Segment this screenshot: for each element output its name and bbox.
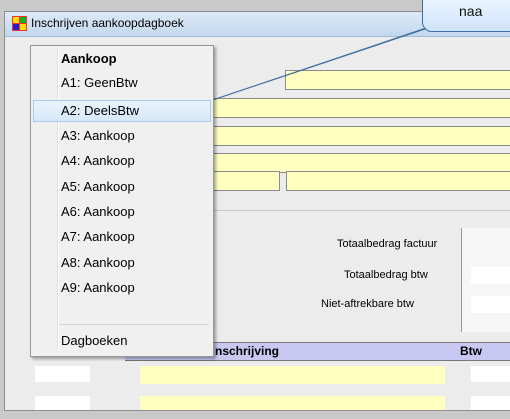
divider [210,210,510,211]
niet-aftrekbaar-field[interactable] [471,296,510,313]
menu-item-a2[interactable]: A2: DeelsBtw [33,100,211,122]
col-btw: Btw [460,344,482,358]
menu-item-a8[interactable]: A8: Aankoop [33,252,211,274]
table-row-field-1[interactable] [140,366,445,384]
callout-text: naa [459,3,483,19]
table-row-left-1[interactable] [35,366,90,382]
table-row-field-2[interactable] [140,396,445,410]
callout-bubble: naa [422,0,510,32]
menu-separator [59,324,209,325]
table-row-left-2[interactable] [35,396,90,410]
app-icon [12,16,27,31]
table-row-right-2[interactable] [471,396,510,410]
menu-item-a5[interactable]: A5: Aankoop [33,176,211,198]
menu-header-aankoop: Aankoop [61,51,117,66]
menu-item-a7[interactable]: A7: Aankoop [33,226,211,248]
dagboek-dropdown-menu: Aankoop A1: GeenBtw A2: DeelsBtw A3: Aan… [30,45,214,357]
col-inschrijving: nschrijving [215,344,280,358]
totaal-btw-label: Totaalbedrag btw [344,269,428,281]
table-row-right-1[interactable] [471,366,510,382]
menu-item-dagboeken[interactable]: Dagboeken [33,330,211,352]
totaal-factuur-label: Totaalbedrag factuur [337,238,438,250]
form-field-4[interactable] [210,153,510,173]
window-title: Inschrijven aankoopdagboek [31,16,184,30]
form-field-1[interactable] [285,70,510,90]
totaal-btw-field[interactable] [471,267,510,284]
menu-item-a9[interactable]: A9: Aankoop [33,277,211,299]
form-field-5a[interactable] [210,171,280,191]
menu-item-a6[interactable]: A6: Aankoop [33,201,211,223]
form-field-2[interactable] [210,98,510,118]
menu-item-a4[interactable]: A4: Aankoop [33,150,211,172]
menu-item-a3[interactable]: A3: Aankoop [33,125,211,147]
form-field-3[interactable] [210,126,510,146]
form-field-5b[interactable] [286,171,510,191]
menu-item-a1[interactable]: A1: GeenBtw [33,72,211,94]
niet-aftrekbaar-label: Niet-aftrekbare btw [321,298,414,310]
